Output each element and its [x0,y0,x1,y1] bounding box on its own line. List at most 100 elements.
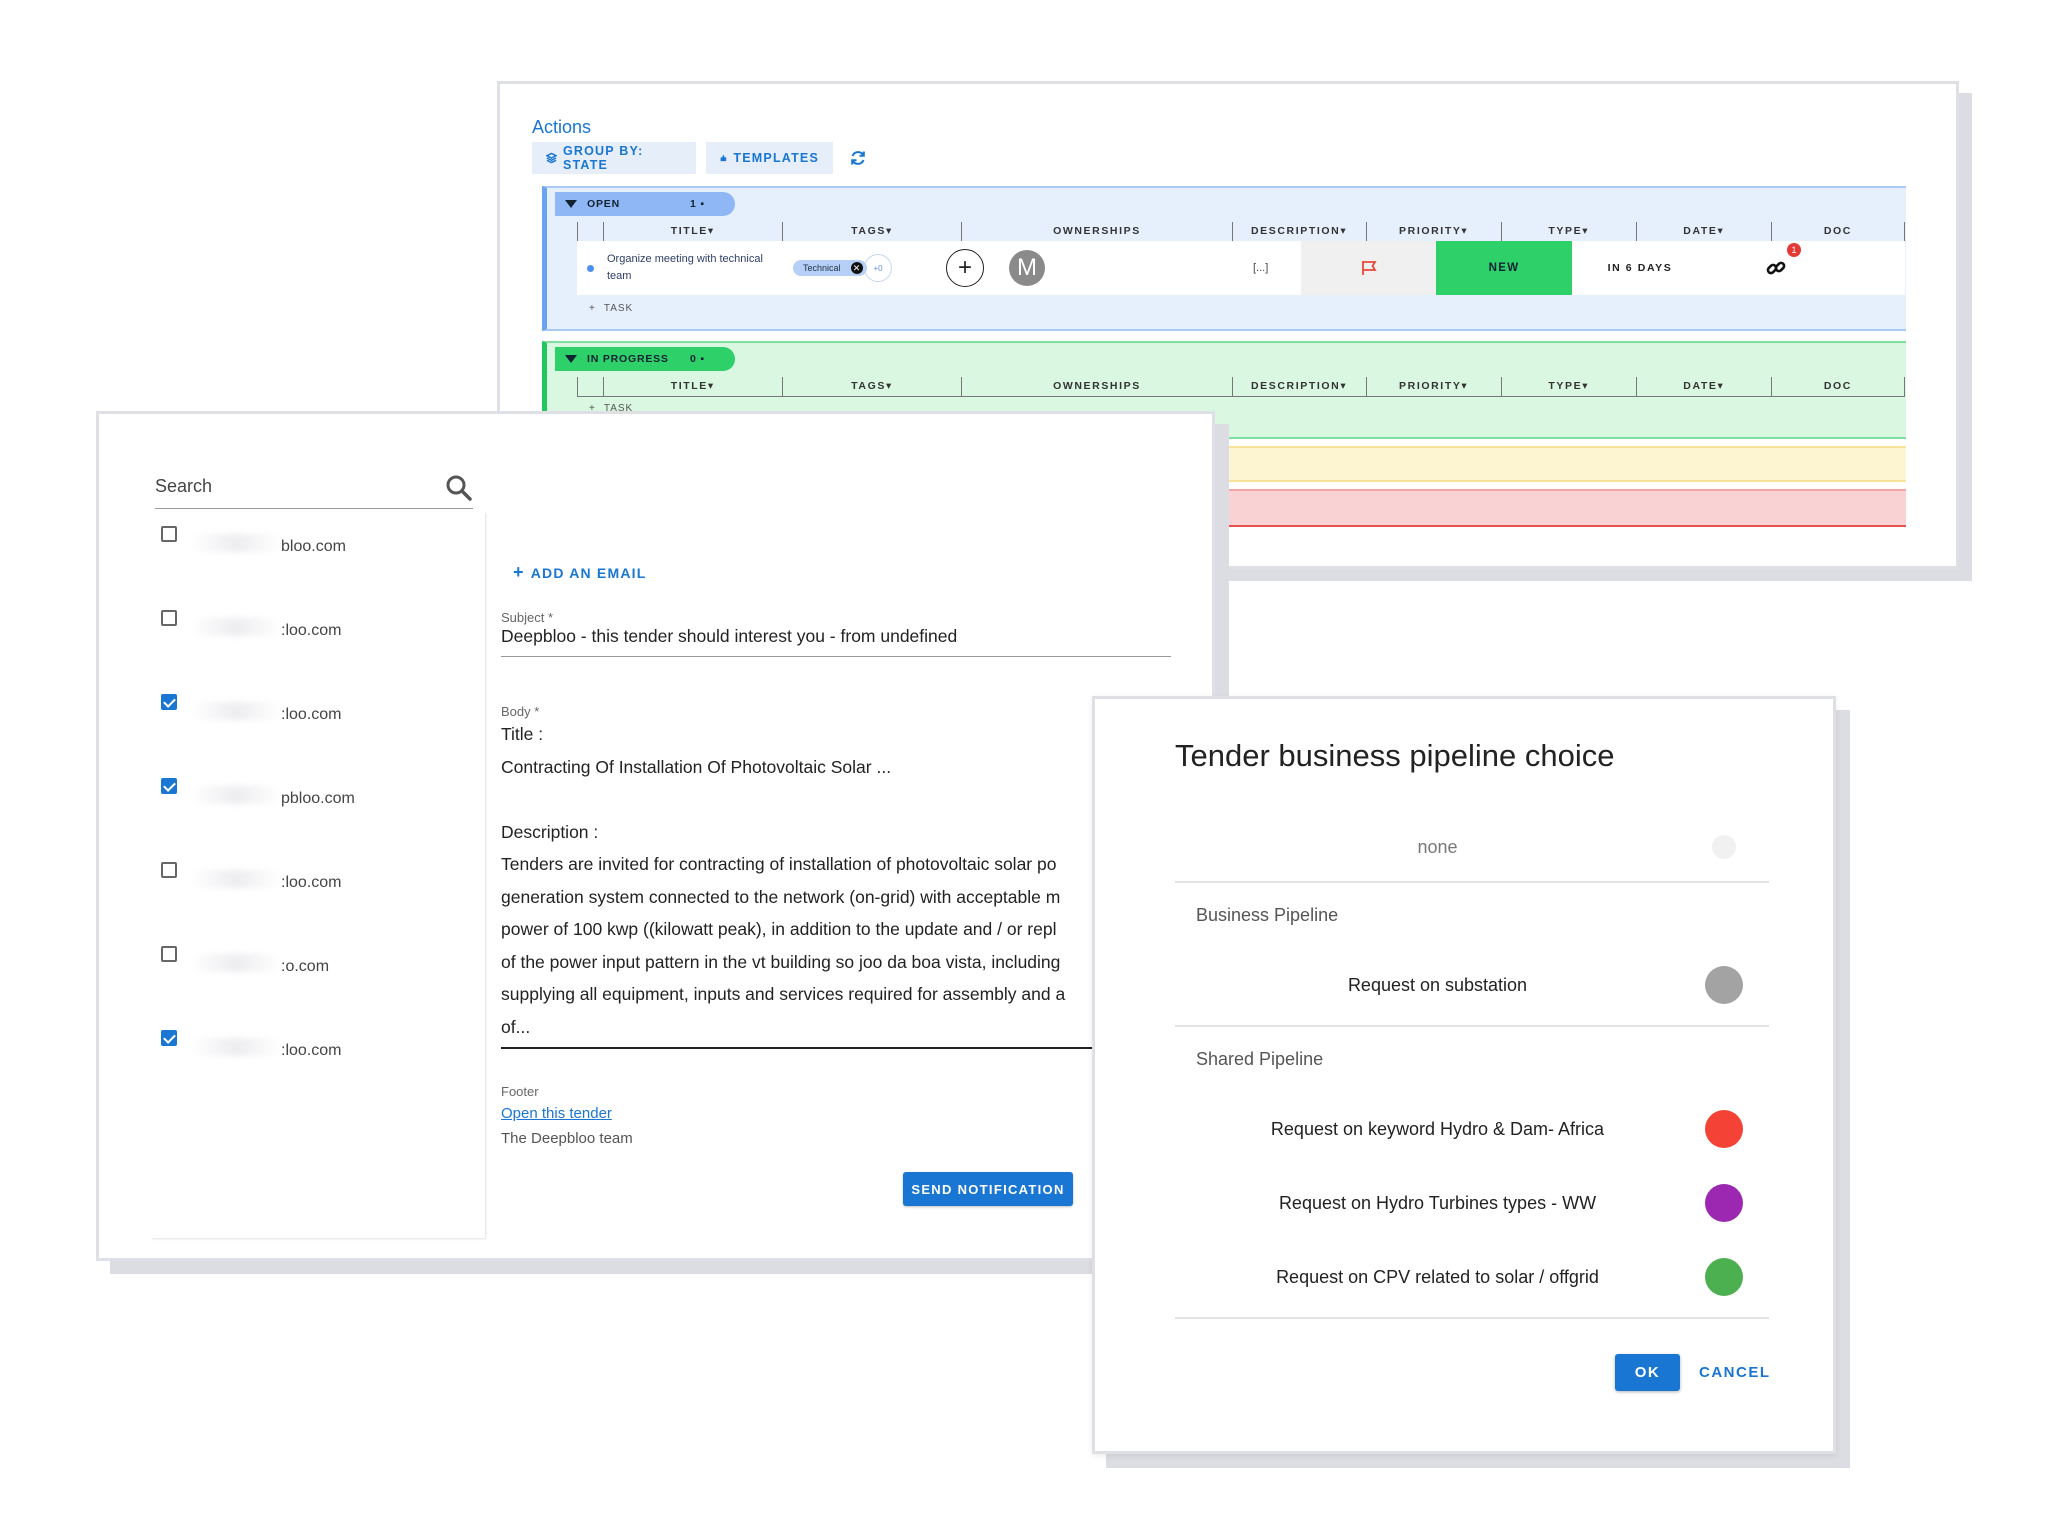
add-task-label: TASK [603,303,634,314]
recipient-list: bloo.com :loo.com :loo.com pbloo.com :lo… [151,512,485,1238]
group-open-label: OPEN [587,198,620,210]
col-header-tags[interactable]: TAGS▾ [781,377,962,397]
col-header-date[interactable]: DATE▾ [1635,377,1771,397]
color-dot[interactable] [1705,1184,1743,1222]
templates-button[interactable]: TEMPLATES [706,142,833,174]
recipient-item[interactable]: pbloo.com [151,778,485,818]
body-line: of... [501,1016,531,1037]
body-label: Body * [501,704,540,719]
dialog-title: Tender business pipeline choice [1175,738,1615,773]
recipient-label: :loo.com [281,622,342,639]
col-header-priority[interactable]: PRIORITY▾ [1365,222,1501,242]
divider [1175,1025,1769,1027]
col-header-type[interactable]: TYPE▾ [1500,377,1636,397]
option-label: Request on Hydro Turbines types - WW [1278,1193,1597,1213]
recipient-item[interactable]: :loo.com [151,1030,485,1070]
subject-input[interactable]: Deepbloo - this tender should interest y… [501,626,1171,657]
option-cpv-solar[interactable]: Request on CPV related to solar / offgri… [1175,1247,1769,1307]
recipient-checkbox[interactable] [161,526,177,542]
add-email-button[interactable]: + ADD AN EMAIL [513,562,646,583]
caret-down-icon [565,200,577,208]
recipient-checkbox[interactable] [161,694,177,710]
search-field [155,464,473,509]
tag-label: Technical [803,263,841,273]
color-dot[interactable] [1705,1110,1743,1148]
add-email-label: ADD AN EMAIL [530,564,647,581]
send-notification-button[interactable]: SEND NOTIFICATION [903,1172,1073,1206]
col-header-type[interactable]: TYPE▾ [1500,222,1636,242]
priority-cell[interactable] [1301,241,1436,295]
table-header-in-progress: TITLE▾ TAGS▾ OWNERSHIPS DESCRIPTION▾ PRI… [577,377,1905,397]
option-none[interactable]: none [1175,817,1769,877]
date-cell[interactable]: IN 6 DAYS [1572,241,1708,295]
recipient-checkbox[interactable] [161,778,177,794]
recipient-checkbox[interactable] [161,1030,177,1046]
search-icon[interactable] [445,474,473,502]
col-header-description[interactable]: DESCRIPTION▾ [1231,222,1366,242]
task-row[interactable]: Organize meeting with technical team Tec… [577,241,1905,295]
avatar[interactable]: M [1009,250,1045,286]
task-description[interactable]: [...] [1253,262,1293,274]
redacted-address [191,534,281,552]
redacted-address [191,1038,281,1056]
ok-button[interactable]: OK [1615,1354,1680,1391]
recipient-label: bloo.com [281,538,346,555]
group-in-progress-count: 0 ▪ [690,353,705,365]
col-header-priority[interactable]: PRIORITY▾ [1365,377,1501,397]
body-line: Description : [501,821,599,842]
recipient-item[interactable]: :loo.com [151,694,485,734]
recipient-item[interactable]: :loo.com [151,862,485,902]
doc-cell[interactable]: 1 [1708,241,1843,295]
open-tender-link[interactable]: Open this tender [501,1105,612,1122]
col-header-tags[interactable]: TAGS▾ [781,222,962,242]
body-line: Tenders are invited for contracting of i… [501,854,1057,874]
recipient-item[interactable]: bloo.com [151,526,485,566]
col-header-description[interactable]: DESCRIPTION▾ [1231,377,1366,397]
add-task-button-open[interactable]: + TASK [589,303,633,314]
cancel-button[interactable]: CANCEL [1699,1354,1771,1391]
group-in-progress-toggle[interactable]: IN PROGRESS 0 ▪ [555,347,735,371]
recipient-label: :loo.com [281,1042,342,1059]
tag-chip-technical[interactable]: Technical ✕ [793,260,867,276]
recipient-item[interactable]: :loo.com [151,610,485,650]
tag-count-badge[interactable]: +0 [864,254,892,282]
option-substation[interactable]: Request on substation [1175,955,1769,1015]
color-dot[interactable] [1705,966,1743,1004]
footer-signature: The Deepbloo team [501,1130,633,1147]
divider [1175,881,1769,883]
recipient-label: :o.com [281,958,330,975]
col-header-doc: DOC [1770,377,1905,397]
recipient-checkbox[interactable] [161,862,177,878]
col-header-ownerships: OWNERSHIPS [961,377,1232,397]
col-header-date[interactable]: DATE▾ [1635,222,1771,242]
option-hydro-turbines[interactable]: Request on Hydro Turbines types - WW [1175,1173,1769,1233]
recipient-label: pbloo.com [281,790,355,807]
email-notification-panel: bloo.com :loo.com :loo.com pbloo.com :lo… [96,411,1215,1261]
task-title[interactable]: Organize meeting with technical team [603,241,783,295]
type-cell[interactable]: NEW [1436,241,1572,295]
section-shared-pipeline: Shared Pipeline [1196,1049,1324,1069]
body-textarea[interactable]: Title : Contracting Of Installation Of P… [501,718,1102,1049]
plus-icon: + [589,303,596,314]
group-open-toggle[interactable]: OPEN 1 ▪ [555,192,735,216]
radio-dot[interactable] [1712,835,1736,859]
add-owner-icon[interactable]: + [946,249,984,287]
option-hydro-dam-africa[interactable]: Request on keyword Hydro & Dam- Africa [1175,1099,1769,1159]
group-open-count: 1 ▪ [690,198,705,210]
option-label: Request on CPV related to solar / offgri… [1276,1267,1599,1287]
close-icon[interactable]: ✕ [850,262,863,274]
col-header-title[interactable]: TITLE▾ [602,222,782,242]
subject-label: Subject * [501,610,554,625]
col-header-select [577,377,603,397]
group-by-state-button[interactable]: GROUP BY: STATE [532,142,696,174]
recipient-item[interactable]: :o.com [151,946,485,986]
refresh-icon[interactable] [848,148,868,168]
pipeline-choice-dialog: Tender business pipeline choice none Bus… [1092,696,1836,1454]
color-dot[interactable] [1705,1258,1743,1296]
search-input[interactable] [155,476,425,497]
col-header-title[interactable]: TITLE▾ [602,377,782,397]
plus-icon: + [513,562,525,582]
recipient-checkbox[interactable] [161,946,177,962]
recipient-checkbox[interactable] [161,610,177,626]
link-icon [1766,261,1785,275]
